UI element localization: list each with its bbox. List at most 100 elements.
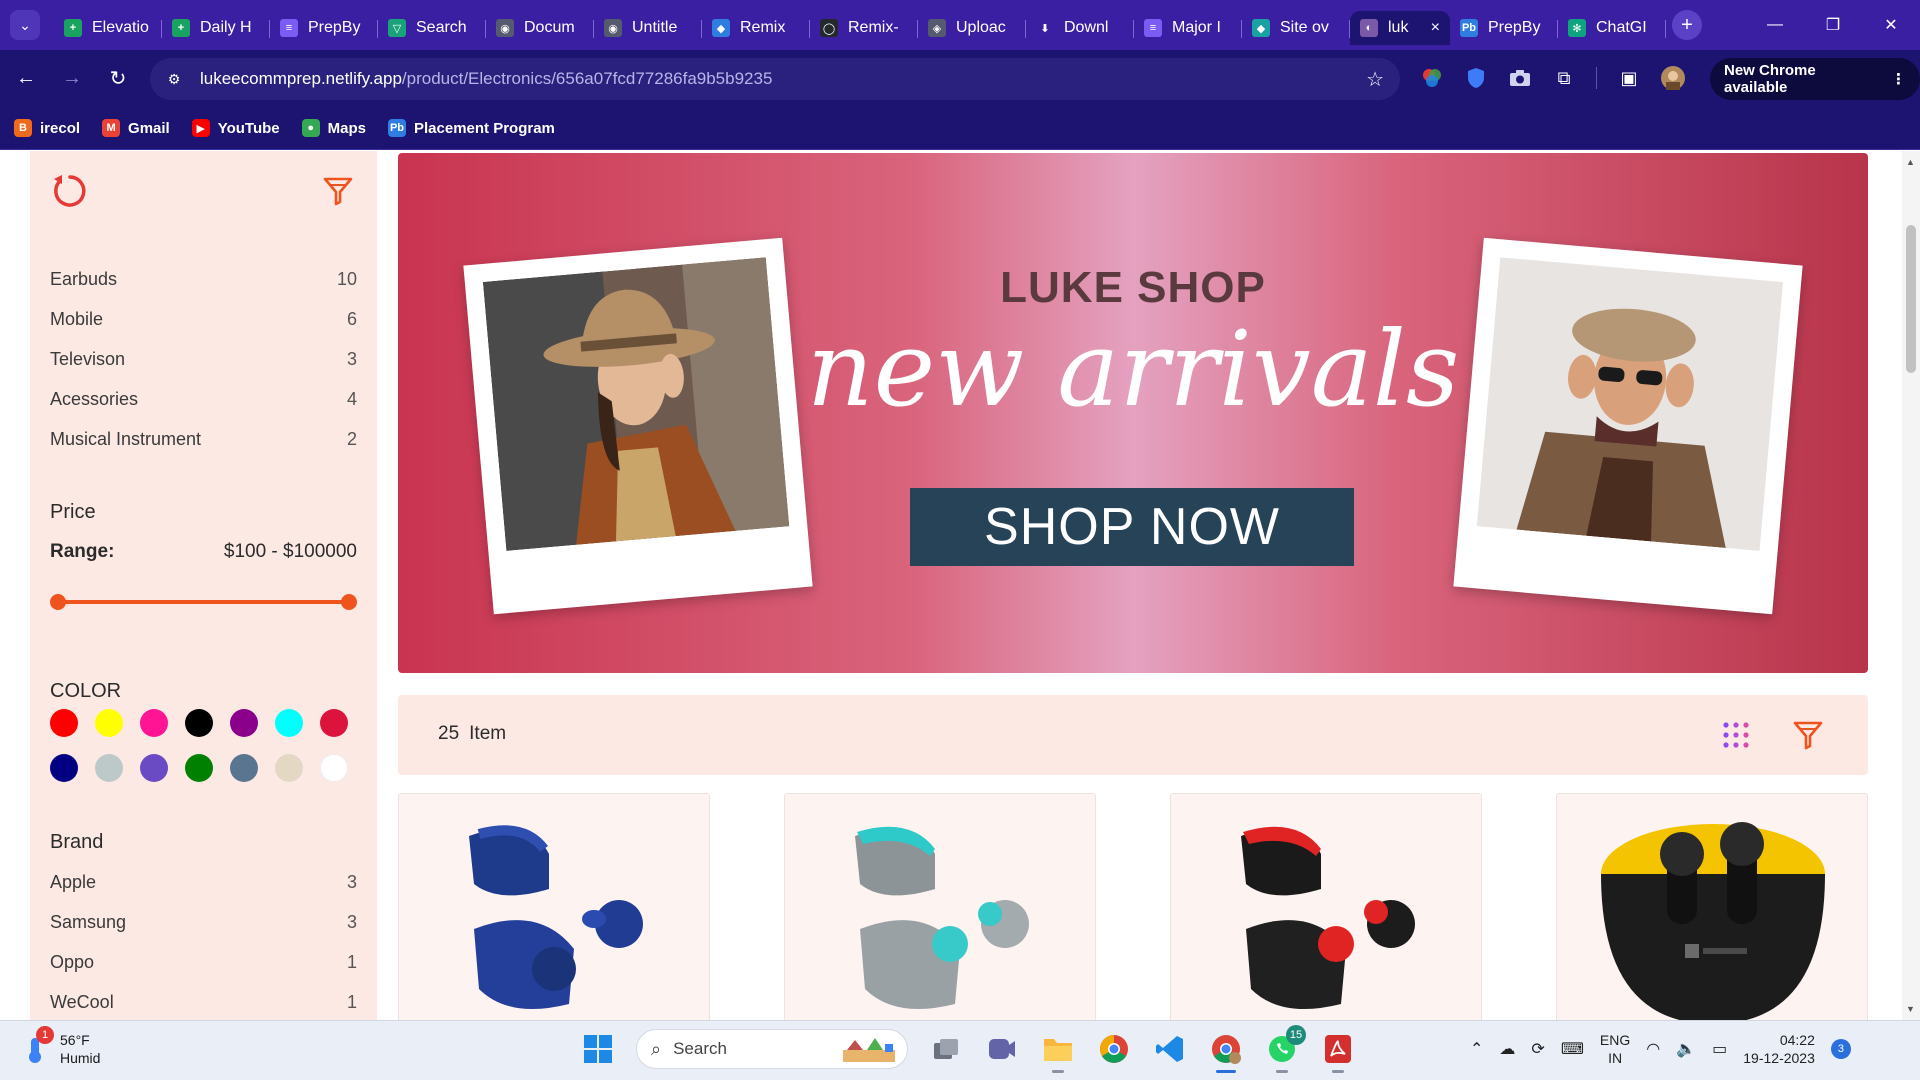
notification-badge[interactable]: 3 bbox=[1830, 1039, 1851, 1059]
color-swatch[interactable] bbox=[275, 754, 303, 782]
browser-tab[interactable]: ◉ Docum bbox=[486, 11, 594, 45]
acrobat-icon[interactable] bbox=[1320, 1031, 1356, 1073]
bookmark-item[interactable]: Pb Placement Program bbox=[388, 119, 555, 137]
brand-item[interactable]: Apple 3 bbox=[50, 862, 357, 902]
browser-tab[interactable]: Pb PrepBy bbox=[1450, 11, 1558, 45]
browser-tab[interactable]: + Elevatio bbox=[54, 11, 162, 45]
brand-item[interactable]: Samsung 3 bbox=[50, 902, 357, 942]
start-button[interactable] bbox=[580, 1031, 616, 1067]
color-swatch[interactable] bbox=[185, 754, 213, 782]
minimize-button[interactable]: — bbox=[1746, 0, 1804, 50]
restore-button[interactable]: ❐ bbox=[1804, 0, 1862, 50]
scroll-up-arrow-icon[interactable]: ▲ bbox=[1906, 157, 1915, 167]
url-text[interactable]: lukeecommprep.netlify.app/product/Electr… bbox=[200, 69, 772, 89]
browser-tab[interactable]: + Daily H bbox=[162, 11, 270, 45]
color-swatch[interactable] bbox=[140, 754, 168, 782]
weather-widget[interactable]: 1 56°F Humid bbox=[20, 1026, 100, 1067]
bookmark-item[interactable]: Birecol bbox=[14, 119, 80, 137]
sync-icon[interactable]: ⟳ bbox=[1531, 1039, 1544, 1059]
browser-tab[interactable]: ◯ Remix- bbox=[810, 11, 918, 45]
browser-tab[interactable]: ◆ Remix bbox=[702, 11, 810, 45]
teams-meet-icon[interactable] bbox=[984, 1031, 1020, 1067]
color-swatch[interactable] bbox=[140, 709, 168, 737]
filter-icon[interactable] bbox=[322, 175, 354, 207]
profile-avatar[interactable] bbox=[1661, 66, 1685, 90]
brand-item[interactable]: Oppo 1 bbox=[50, 942, 357, 982]
color-swatch[interactable] bbox=[230, 709, 258, 737]
browser-tab[interactable]: ✻ ChatGI bbox=[1558, 11, 1666, 45]
keyboard-icon[interactable]: ⌨ bbox=[1561, 1039, 1584, 1059]
promo-banner[interactable]: LUKE SHOP new arrivals SHOP NOW bbox=[398, 153, 1868, 673]
product-card[interactable] bbox=[784, 793, 1096, 1020]
camera-extension-icon[interactable] bbox=[1508, 66, 1532, 90]
price-slider[interactable] bbox=[50, 594, 357, 610]
onedrive-icon[interactable]: ☁ bbox=[1499, 1039, 1515, 1059]
browser-tab[interactable]: ◆ Site ov bbox=[1242, 11, 1350, 45]
bookmark-item[interactable]: ● Maps bbox=[301, 119, 366, 137]
chrome-icon[interactable] bbox=[1096, 1031, 1132, 1067]
close-tab-icon[interactable]: × bbox=[1431, 19, 1440, 37]
color-swatch[interactable] bbox=[50, 709, 78, 737]
brand-item[interactable]: WeCool 1 bbox=[50, 982, 357, 1020]
browser-tab[interactable]: ⬇ Downl bbox=[1026, 11, 1134, 45]
battery-icon[interactable]: ▭ bbox=[1712, 1039, 1727, 1059]
color-picker-extension-icon[interactable] bbox=[1420, 66, 1444, 90]
product-card[interactable] bbox=[398, 793, 710, 1020]
slider-max-handle[interactable] bbox=[341, 594, 357, 610]
product-card[interactable] bbox=[1556, 793, 1868, 1020]
volume-icon[interactable]: 🔈 bbox=[1676, 1039, 1696, 1059]
tab-search-button[interactable]: ⌄ bbox=[10, 10, 40, 40]
shop-now-button[interactable]: SHOP NOW bbox=[910, 488, 1354, 566]
color-swatch[interactable] bbox=[50, 754, 78, 782]
bookmark-item[interactable]: M Gmail bbox=[102, 119, 170, 137]
back-button[interactable]: ← bbox=[6, 59, 46, 99]
whatsapp-icon[interactable]: 15 bbox=[1264, 1025, 1306, 1073]
show-hidden-icons-chevron-icon[interactable]: ⌃ bbox=[1470, 1039, 1483, 1059]
more-menu-icon[interactable]: ⋮ bbox=[1891, 70, 1906, 88]
taskbar-search[interactable]: ⌕ Search bbox=[636, 1029, 908, 1069]
wifi-icon[interactable]: ◠ bbox=[1646, 1039, 1660, 1059]
category-item[interactable]: Acessories 4 bbox=[50, 379, 357, 419]
slider-min-handle[interactable] bbox=[50, 594, 66, 610]
vscode-icon[interactable] bbox=[1152, 1031, 1188, 1067]
scroll-down-arrow-icon[interactable]: ▼ bbox=[1906, 1004, 1915, 1014]
shield-extension-icon[interactable] bbox=[1464, 66, 1488, 90]
page-scrollbar[interactable]: ▲ ▼ bbox=[1902, 151, 1920, 1020]
category-item[interactable]: Musical Instrument 2 bbox=[50, 419, 357, 459]
browser-tab[interactable]: ≡ Major I bbox=[1134, 11, 1242, 45]
active-browser-tab[interactable]: ◐ luk × bbox=[1350, 11, 1450, 45]
input-language[interactable]: ENG IN bbox=[1600, 1031, 1630, 1067]
color-swatch[interactable] bbox=[275, 709, 303, 737]
grid-view-icon[interactable] bbox=[1720, 719, 1752, 751]
bookmark-item[interactable]: ▶ YouTube bbox=[191, 119, 280, 137]
scrollbar-thumb[interactable] bbox=[1906, 225, 1916, 373]
clock[interactable]: 04:22 19-12-2023 bbox=[1743, 1031, 1815, 1067]
product-card[interactable] bbox=[1170, 793, 1482, 1020]
close-window-button[interactable]: ✕ bbox=[1862, 0, 1920, 50]
bookmark-star-icon[interactable]: ☆ bbox=[1366, 67, 1384, 92]
color-swatch[interactable] bbox=[230, 754, 258, 782]
category-item[interactable]: Mobile 6 bbox=[50, 299, 357, 339]
site-info-icon[interactable]: ⚙ bbox=[162, 67, 186, 91]
address-bar[interactable]: ⚙ lukeecommprep.netlify.app/product/Elec… bbox=[150, 58, 1400, 100]
browser-tab[interactable]: ▽ Search bbox=[378, 11, 486, 45]
chrome-profile-icon[interactable] bbox=[1208, 1031, 1244, 1073]
side-panel-icon[interactable]: ▣ bbox=[1617, 66, 1641, 90]
new-tab-button[interactable]: + bbox=[1672, 10, 1702, 40]
forward-button[interactable]: → bbox=[52, 59, 92, 99]
color-swatch[interactable] bbox=[320, 709, 348, 737]
browser-tab[interactable]: ◈ Uploac bbox=[918, 11, 1026, 45]
color-swatch[interactable] bbox=[320, 754, 348, 782]
task-view-icon[interactable] bbox=[928, 1031, 964, 1067]
color-swatch[interactable] bbox=[95, 754, 123, 782]
reset-filters-icon[interactable] bbox=[50, 171, 90, 211]
reload-button[interactable]: ↻ bbox=[98, 59, 138, 99]
extensions-puzzle-icon[interactable]: ⧉ bbox=[1552, 66, 1576, 90]
category-item[interactable]: Televison 3 bbox=[50, 339, 357, 379]
file-explorer-icon[interactable] bbox=[1040, 1031, 1076, 1073]
color-swatch[interactable] bbox=[185, 709, 213, 737]
category-item[interactable]: Earbuds 10 bbox=[50, 259, 357, 299]
browser-tab[interactable]: ◉ Untitle bbox=[594, 11, 702, 45]
color-swatch[interactable] bbox=[95, 709, 123, 737]
new-chrome-available-button[interactable]: New Chrome available ⋮ bbox=[1710, 58, 1920, 100]
